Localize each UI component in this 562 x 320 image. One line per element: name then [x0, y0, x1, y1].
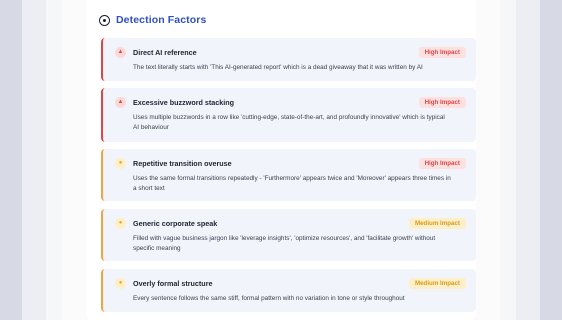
section-header: Detection Factors: [99, 14, 206, 26]
factor-item: ▲ Direct AI reference High Impact The te…: [101, 38, 476, 81]
section-title: Detection Factors: [116, 14, 207, 26]
factor-description: Filled with vague business jargon like '…: [133, 235, 436, 252]
factor-item: ● Generic corporate speak Medium Impact …: [101, 209, 476, 261]
circle-icon: ●: [115, 277, 126, 289]
factor-title: Excessive buzzword stacking: [133, 97, 235, 107]
impact-badge: High Impact: [418, 96, 466, 108]
factor-description: The text literally starts with 'This AI-…: [133, 64, 423, 71]
circle-icon: ●: [115, 157, 126, 169]
eye-icon: [99, 14, 110, 26]
impact-badge: High Impact: [418, 157, 466, 169]
warning-icon: ▲: [115, 46, 126, 58]
factor-item: ● Overly formal structure Medium Impact …: [101, 269, 476, 312]
factor-title: Overly formal structure: [133, 278, 213, 288]
factor-description: Uses the same formal transitions repeate…: [133, 175, 451, 192]
warning-icon: ▲: [115, 96, 126, 108]
impact-badge: Medium Impact: [408, 277, 466, 289]
factor-description: Uses multiple buzzwords in a row like 'c…: [133, 114, 445, 131]
impact-badge: Medium Impact: [408, 217, 466, 229]
factor-title: Repetitive transition overuse: [133, 158, 232, 168]
factor-title: Direct AI reference: [133, 47, 197, 57]
impact-badge: High Impact: [418, 46, 466, 58]
circle-icon: ●: [115, 217, 126, 229]
factor-title: Generic corporate speak: [133, 218, 218, 228]
factor-description: Every sentence follows the same stiff, f…: [133, 295, 405, 302]
factor-item: ▲ Excessive buzzword stacking High Impac…: [101, 88, 476, 142]
factor-item: ● Repetitive transition overuse High Imp…: [101, 149, 476, 201]
